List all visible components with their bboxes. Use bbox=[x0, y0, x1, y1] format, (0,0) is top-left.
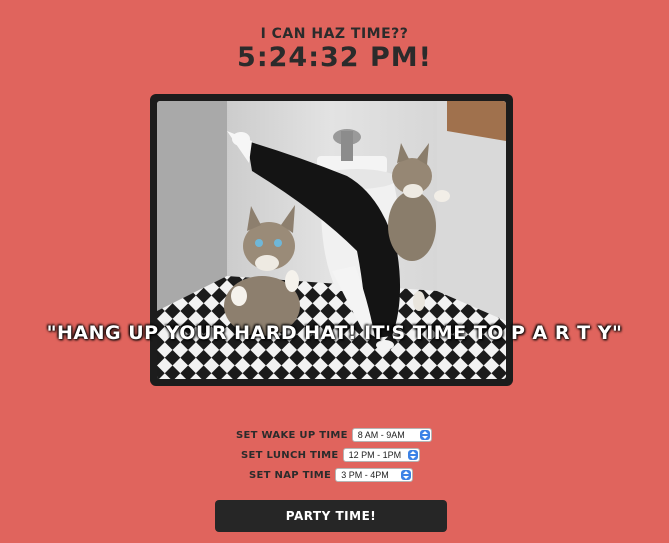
lunch-time-setting: SET LUNCH TIME 12 PM - 1PM bbox=[241, 447, 420, 463]
wake-up-time-value: 8 AM - 9AM bbox=[357, 430, 405, 440]
lunch-time-value: 12 PM - 1PM bbox=[348, 450, 402, 460]
select-stepper-icon bbox=[419, 430, 430, 440]
select-stepper-icon bbox=[407, 450, 418, 460]
nap-time-setting: SET NAP TIME 3 PM - 4PM bbox=[249, 467, 414, 483]
nap-time-value: 3 PM - 4PM bbox=[341, 470, 389, 480]
lunch-time-select[interactable]: 12 PM - 1PM bbox=[342, 448, 420, 462]
nap-time-label: SET NAP TIME bbox=[249, 469, 332, 481]
meme-caption: "HANG UP YOUR HARD HAT! IT'S TIME TO P A… bbox=[46, 322, 623, 344]
lunch-time-label: SET LUNCH TIME bbox=[241, 449, 339, 461]
clock-display: 5:24:32 PM! bbox=[237, 42, 432, 73]
wake-up-time-select[interactable]: 8 AM - 9AM bbox=[351, 428, 432, 442]
wake-up-time-label: SET WAKE UP TIME bbox=[236, 429, 348, 441]
page-subtitle: I CAN HAZ TIME?? bbox=[260, 26, 409, 42]
wake-up-time-setting: SET WAKE UP TIME 8 AM - 9AM bbox=[236, 427, 432, 443]
select-stepper-icon bbox=[401, 470, 412, 480]
party-time-button[interactable]: PARTY TIME! bbox=[215, 500, 447, 532]
nap-time-select[interactable]: 3 PM - 4PM bbox=[335, 468, 414, 482]
